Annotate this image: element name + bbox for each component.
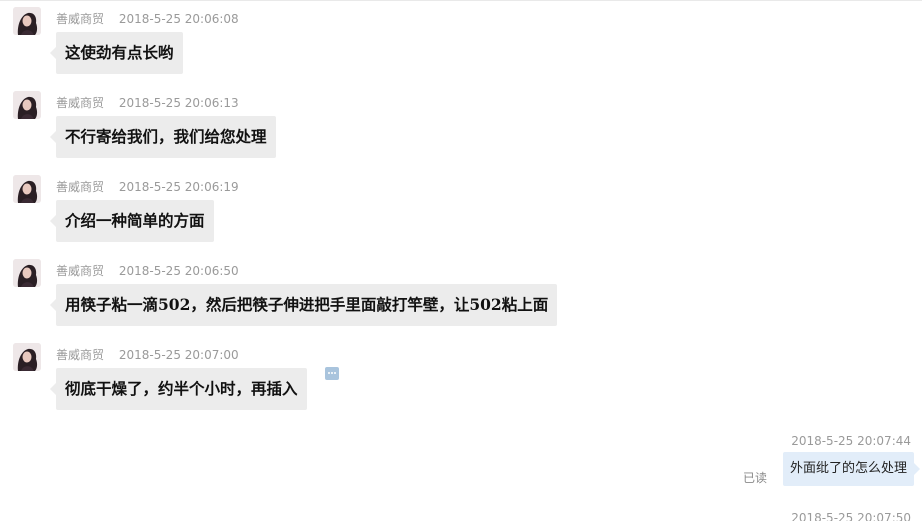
avatar-icon — [13, 91, 41, 119]
outgoing-message-bubble[interactable]: 外面纰了的怎么处理 — [782, 452, 921, 486]
incoming-message: 善威商贸 2018-5-25 20:06:08 这使劲有点长哟 — [0, 1, 922, 85]
incoming-message: 善威商贸 2018-5-25 20:06:50 用筷子粘一滴502，然后把筷子伸… — [0, 253, 922, 337]
message-time: 2018-5-25 20:06:50 — [118, 264, 239, 278]
message-bubble[interactable]: 用筷子粘一滴502，然后把筷子伸进把手里面敲打竿壁，让502粘上面 — [49, 284, 558, 326]
message-time: 2018-5-25 20:06:19 — [118, 180, 239, 194]
more-options-icon[interactable] — [325, 367, 339, 380]
avatar[interactable] — [13, 259, 41, 287]
message-bubble[interactable]: 不行寄给我们，我们给您处理 — [50, 116, 276, 158]
message-meta: 善威商贸 2018-5-25 20:06:19 — [56, 179, 239, 195]
avatar-icon — [13, 7, 41, 35]
next-message-time: 2018-5-25 20:07:50 — [791, 511, 911, 521]
avatar[interactable] — [13, 91, 41, 119]
message-bubble[interactable]: 彻底干燥了，约半个小时，再插入 — [50, 368, 307, 410]
avatar-icon — [13, 175, 41, 203]
sender-name: 善威商贸 — [56, 180, 105, 194]
message-bubble[interactable]: 这使劲有点长哟 — [50, 32, 183, 74]
message-meta: 善威商贸 2018-5-25 20:06:50 — [56, 263, 239, 279]
sender-name: 善威商贸 — [56, 12, 105, 26]
sender-name: 善威商贸 — [56, 96, 105, 110]
message-time: 2018-5-25 20:06:13 — [118, 96, 239, 110]
avatar-icon — [13, 343, 41, 371]
message-time: 2018-5-25 20:06:08 — [118, 12, 239, 26]
message-meta: 善威商贸 2018-5-25 20:06:13 — [56, 95, 239, 111]
incoming-message: 善威商贸 2018-5-25 20:06:19 介绍一种简单的方面 — [0, 169, 922, 253]
message-time: 2018-5-25 20:07:00 — [118, 348, 239, 362]
avatar-icon — [13, 259, 41, 287]
avatar[interactable] — [13, 175, 41, 203]
chat-message-list: 善威商贸 2018-5-25 20:06:08 这使劲有点长哟 善威商贸 201… — [0, 0, 922, 521]
message-meta: 善威商贸 2018-5-25 20:07:00 — [56, 347, 239, 363]
outgoing-message-time: 2018-5-25 20:07:44 — [791, 434, 911, 448]
message-meta: 善威商贸 2018-5-25 20:06:08 — [56, 11, 239, 27]
sender-name: 善威商贸 — [56, 264, 105, 278]
avatar[interactable] — [13, 343, 41, 371]
message-bubble[interactable]: 介绍一种简单的方面 — [50, 200, 214, 242]
incoming-message: 善威商贸 2018-5-25 20:07:00 彻底干燥了，约半个小时，再插入 — [0, 337, 922, 421]
sender-name: 善威商贸 — [56, 348, 105, 362]
avatar[interactable] — [13, 7, 41, 35]
incoming-message: 善威商贸 2018-5-25 20:06:13 不行寄给我们，我们给您处理 — [0, 85, 922, 169]
read-status: 已读 — [743, 471, 768, 485]
